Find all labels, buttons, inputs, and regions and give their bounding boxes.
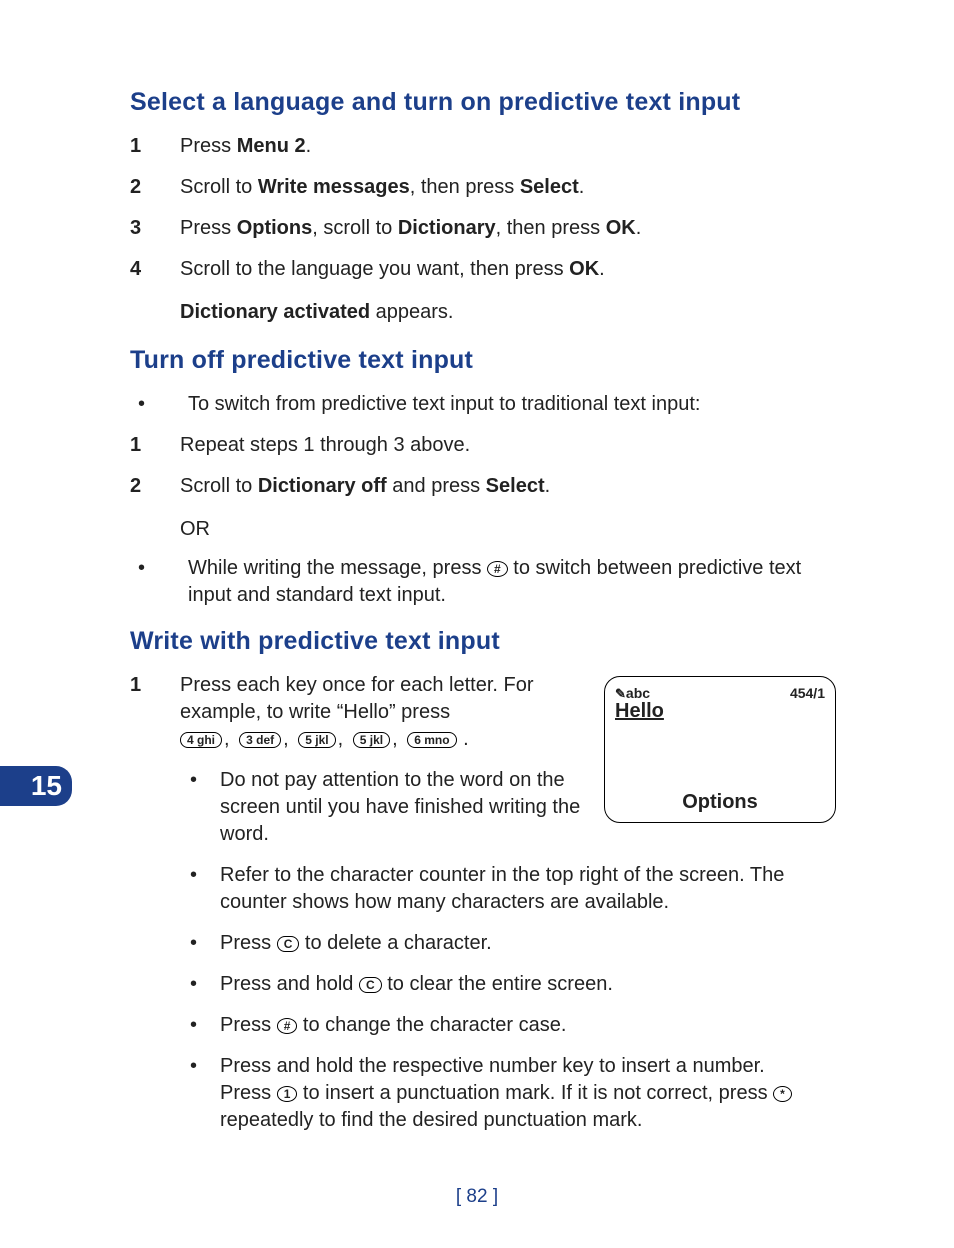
star-key-icon: * [773,1086,792,1102]
bullet-icon: • [190,1053,220,1134]
step-item: 3 Press Options, scroll to Dictionary, t… [130,215,836,242]
or-text: OR [180,518,836,541]
phone-word: Hello [615,700,825,723]
key-sequence: 4 ghi, 3 def, 5 jkl, 5 jkl, 6 mno . [180,728,469,750]
sub-bullet: • Do not pay attention to the word on th… [190,767,588,848]
turn-off-list: • To switch from predictive text input t… [130,391,836,418]
bullet-text: While writing the message, press # to sw… [188,555,836,609]
steps-select-language: 1 Press Menu 2. 2 Scroll to Write messag… [130,133,836,283]
bullet-icon: • [190,930,220,957]
bullet-icon: • [130,555,188,609]
step-item: 2 Scroll to Write messages, then press S… [130,174,836,201]
write-block: ✎abc 454/1 Hello Options 1 Press each ke… [130,672,836,1134]
bullet-text: To switch from predictive text input to … [188,391,836,418]
bullet-text: Press C to delete a character. [220,930,836,957]
step-item: 1 Press each key once for each letter. F… [130,672,588,753]
bullet-item: • To switch from predictive text input t… [130,391,836,418]
step-text: Press each key once for each letter. For… [180,672,588,753]
sub-bullet: • Refer to the character counter in the … [190,862,836,916]
bullet-text: Refer to the character counter in the to… [220,862,836,916]
step-item: 2 Scroll to Dictionary off and press Sel… [130,473,836,500]
step-number: 1 [130,672,180,753]
chapter-tab: 15 [0,766,72,806]
bullet-icon: • [190,862,220,916]
bullet-item: • While writing the message, press # to … [130,555,836,609]
sub-bullet: • Press and hold the respective number k… [190,1053,836,1134]
phone-screen: ✎abc 454/1 Hello Options [604,676,836,823]
bullet-text: Press # to change the character case. [220,1012,836,1039]
step-number: 2 [130,473,180,500]
step-text: Scroll to Write messages, then press Sel… [180,174,836,201]
turn-off-steps: 1 Repeat steps 1 through 3 above. 2 Scro… [130,432,836,500]
one-key-icon: 1 [277,1086,298,1102]
char-counter: 454/1 [790,685,825,701]
bullet-text: Press and hold the respective number key… [220,1053,836,1134]
key-3-icon: 3 def [239,732,281,748]
heading-write-predictive: Write with predictive text input [130,627,836,656]
hash-key-icon: # [277,1018,298,1034]
step-number: 1 [130,133,180,160]
step-text: Repeat steps 1 through 3 above. [180,432,836,459]
step-text: Scroll to the language you want, then pr… [180,256,836,283]
bullet-icon: • [190,767,220,848]
c-key-icon: C [277,936,300,952]
page-number: [ 82 ] [0,1186,954,1208]
manual-page: 15 Select a language and turn on predict… [0,0,954,1248]
bullet-icon: • [190,971,220,998]
step-item: 4 Scroll to the language you want, then … [130,256,836,283]
step-text: Press Options, scroll to Dictionary, the… [180,215,836,242]
hash-key-icon: # [487,561,508,577]
step-number: 3 [130,215,180,242]
heading-select-language: Select a language and turn on predictive… [130,88,836,117]
key-5-icon: 5 jkl [298,732,335,748]
sub-bullet: • Press # to change the character case. [190,1012,836,1039]
bullet-icon: • [130,391,188,418]
step-item: 1 Repeat steps 1 through 3 above. [130,432,836,459]
step-text: Press Menu 2. [180,133,836,160]
bullet-text: Press and hold C to clear the entire scr… [220,971,836,998]
sub-bullet: • Press and hold C to clear the entire s… [190,971,836,998]
phone-spacer [615,723,825,791]
key-6-icon: 6 mno [407,732,456,748]
key-5-icon: 5 jkl [353,732,390,748]
step-number: 1 [130,432,180,459]
phone-softkey: Options [615,791,825,814]
step-number: 4 [130,256,180,283]
bullet-icon: • [190,1012,220,1039]
step-item: 1 Press Menu 2. [130,133,836,160]
confirmation-text: Dictionary activated appears. [180,301,836,324]
pencil-icon: ✎ [615,686,626,701]
key-4-icon: 4 ghi [180,732,222,748]
heading-turn-off: Turn off predictive text input [130,346,836,375]
turn-off-alt: • While writing the message, press # to … [130,555,836,609]
step-number: 2 [130,174,180,201]
sub-bullet: • Press C to delete a character. [190,930,836,957]
c-key-icon: C [359,977,382,993]
step-text: Scroll to Dictionary off and press Selec… [180,473,836,500]
bullet-text: Do not pay attention to the word on the … [220,767,588,848]
